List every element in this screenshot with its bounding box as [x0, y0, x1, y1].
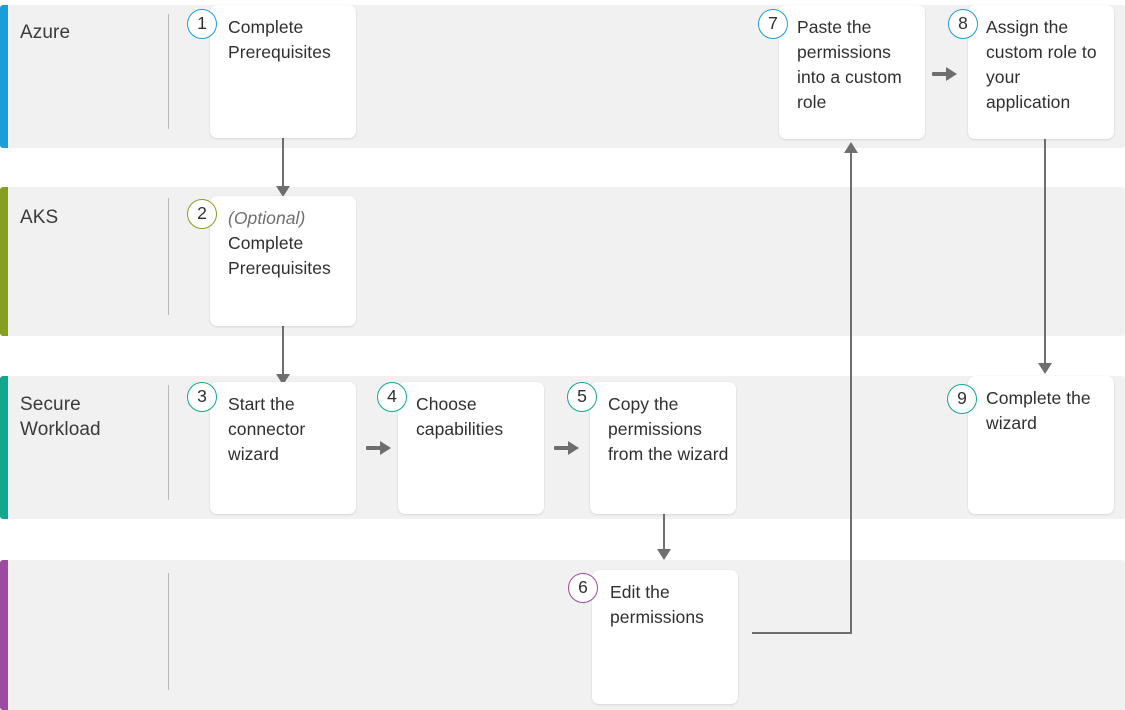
step-card-7-label: Paste the permissions into a custom role	[797, 17, 902, 112]
step-number-6: 6	[568, 573, 598, 603]
swimlane-accent-aks	[0, 187, 8, 336]
step-card-8-text: Assign the custom role to your applicati…	[986, 15, 1108, 115]
step-number-3: 3	[187, 382, 217, 412]
arrow-7-to-8-head	[946, 67, 957, 81]
swimlane-label-aks: AKS	[20, 207, 59, 228]
step-card-5-label: Copy the permissions from the wizard	[608, 394, 729, 464]
step-card-9[interactable]: Complete the wizard	[968, 376, 1114, 514]
step-card-4[interactable]: Choose capabilities	[398, 382, 544, 514]
step-card-9-text: Complete the wizard	[986, 386, 1108, 436]
step-card-6-text: Edit the permissions	[610, 580, 732, 630]
step-card-6[interactable]: Edit the permissions	[592, 570, 738, 704]
step-number-5: 5	[567, 382, 597, 412]
swimlane-divider-secure-workload	[168, 385, 169, 500]
step-card-5-text: Copy the permissions from the wizard	[608, 392, 730, 467]
step-number-1: 1	[187, 9, 217, 39]
step-card-2-text: (Optional) Complete Prerequisites	[228, 206, 350, 281]
step-card-2-label: Complete Prerequisites	[228, 233, 331, 278]
step-card-6-label: Edit the permissions	[610, 582, 704, 627]
swimlane-accent-secure-workload	[0, 376, 8, 519]
swimlane-accent-azure	[0, 5, 8, 148]
step-card-8-label: Assign the custom role to your applicati…	[986, 17, 1097, 112]
step-card-1-label: Complete Prerequisites	[228, 17, 331, 62]
step-number-7: 7	[758, 9, 788, 39]
arrow-6-to-7-head	[844, 142, 858, 153]
step-card-7[interactable]: Paste the permissions into a custom role	[779, 5, 925, 139]
step-number-2: 2	[187, 199, 217, 229]
step-card-8[interactable]: Assign the custom role to your applicati…	[968, 5, 1114, 139]
step-card-2[interactable]: (Optional) Complete Prerequisites	[210, 196, 356, 326]
step-number-4: 4	[377, 382, 407, 412]
swimlane-divider-aks	[168, 198, 169, 315]
swimlane-divider-azure	[168, 14, 169, 129]
arrow-5-to-6-head	[657, 549, 671, 560]
step-card-3[interactable]: Start the connector wizard	[210, 382, 356, 514]
step-card-3-label: Start the connector wizard	[228, 394, 306, 464]
step-card-9-label: Complete the wizard	[986, 388, 1091, 433]
connector-6-to-7-horizontal	[752, 632, 852, 634]
step-card-4-label: Choose capabilities	[416, 394, 504, 439]
swimlane-label-secure-workload: Secure Workload	[20, 394, 101, 440]
arrow-8-to-9-head	[1038, 363, 1052, 374]
flow-diagram: Azure AKS Secure Workload Complete Prere…	[0, 0, 1125, 710]
swimlane-label-azure: Azure	[20, 22, 71, 43]
step-card-5[interactable]: Copy the permissions from the wizard	[590, 382, 736, 514]
arrow-3-to-4-head	[380, 441, 391, 455]
connector-8-to-9	[1044, 139, 1046, 368]
connector-6-to-7-vertical	[850, 152, 852, 633]
arrow-4-to-5-head	[568, 441, 579, 455]
step-card-7-text: Paste the permissions into a custom role	[797, 15, 919, 115]
step-number-8: 8	[948, 9, 978, 39]
step-number-9: 9	[947, 384, 977, 414]
step-card-2-optional: (Optional)	[228, 208, 306, 228]
swimlane-divider-bottom	[168, 573, 169, 690]
step-card-4-text: Choose capabilities	[416, 392, 538, 442]
swimlane-accent-bottom	[0, 560, 8, 710]
step-card-1-text: Complete Prerequisites	[228, 15, 350, 65]
step-card-1[interactable]: Complete Prerequisites	[210, 5, 356, 138]
step-card-3-text: Start the connector wizard	[228, 392, 350, 467]
